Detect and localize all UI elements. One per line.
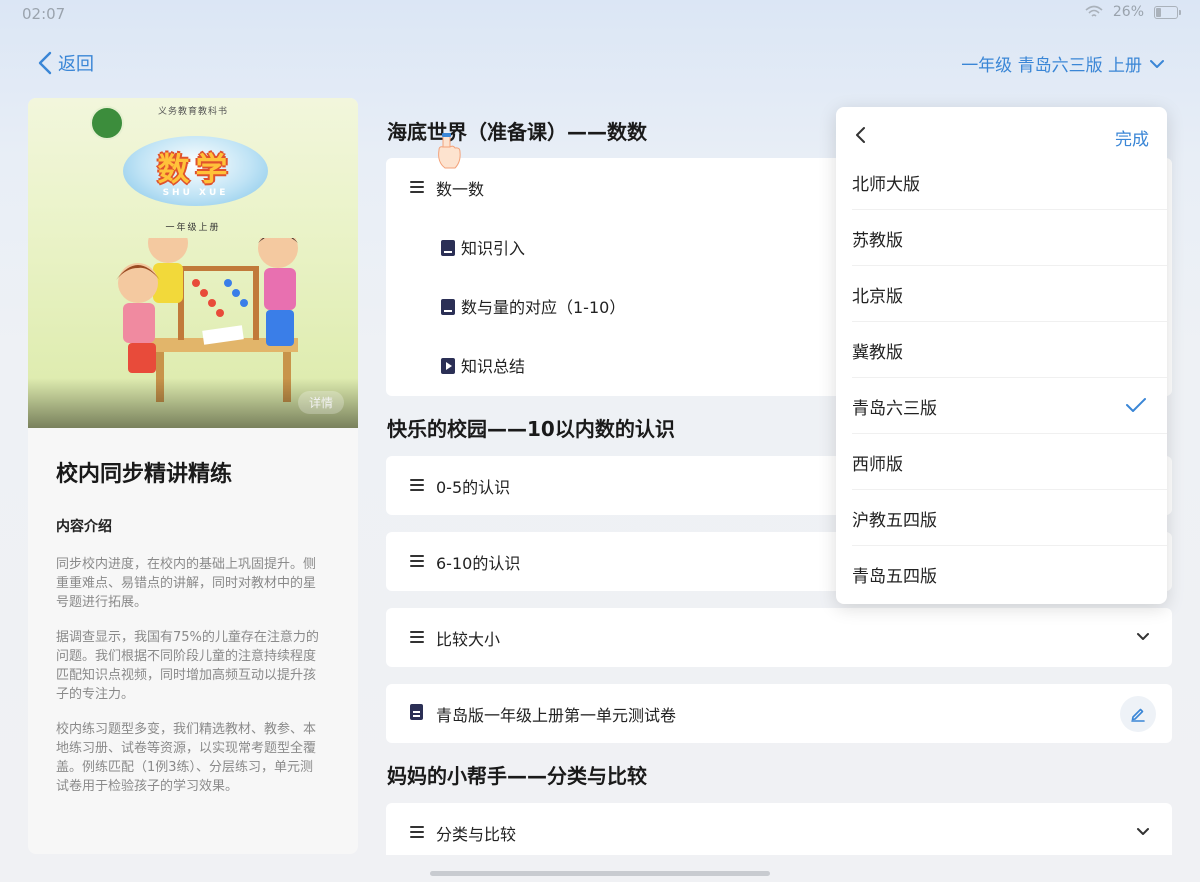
book-icon bbox=[441, 298, 455, 315]
play-icon bbox=[441, 357, 455, 374]
wifi-icon bbox=[1085, 5, 1103, 17]
chevron-down-icon[interactable] bbox=[1136, 827, 1150, 837]
sub-lesson-label: 知识引入 bbox=[461, 238, 526, 258]
lesson-panel: 青岛版一年级上册第一单元测试卷 bbox=[386, 684, 1172, 743]
cover-pinyin: SHU XUE bbox=[162, 188, 229, 198]
sub-lesson-label: 数与量的对应（1-10） bbox=[461, 297, 626, 317]
lesson-row[interactable]: 分类与比较 bbox=[386, 803, 1172, 862]
section-title: 快乐的校园——10以内数的认识 bbox=[387, 417, 675, 441]
sub-lesson-item: 数与量的对应（1-10） bbox=[441, 294, 625, 318]
lesson-label: 0-5的认识 bbox=[436, 477, 511, 497]
chevron-down-icon bbox=[1150, 59, 1164, 68]
back-label: 返回 bbox=[58, 54, 94, 75]
chevron-left-icon bbox=[38, 51, 52, 75]
textbook-cover[interactable]: 义务教育教科书 数学 SHU XUE 一年级上册 详情 bbox=[28, 98, 358, 428]
battery-level bbox=[1156, 7, 1161, 17]
grade-select-label: 一年级 青岛六三版 上册 bbox=[961, 56, 1142, 76]
chevron-down-icon[interactable] bbox=[1136, 632, 1150, 642]
lesson-label: 6-10的认识 bbox=[436, 553, 521, 573]
grade-edition-select[interactable]: 一年级 青岛六三版 上册 bbox=[961, 51, 1164, 76]
cover-grade: 一年级上册 bbox=[165, 223, 221, 233]
status-indicators: 26% bbox=[1085, 4, 1181, 20]
edition-option-label: 青岛六三版 bbox=[852, 398, 937, 419]
intro-label: 内容介绍 bbox=[56, 519, 112, 535]
book-icon bbox=[441, 239, 455, 256]
list-icon bbox=[410, 826, 424, 838]
section-title: 海底世界（准备课）——数数 bbox=[387, 120, 647, 144]
status-time: 02:07 bbox=[22, 5, 66, 23]
edition-option[interactable]: 北京版 bbox=[836, 266, 1167, 322]
lesson-label: 数一数 bbox=[436, 179, 485, 199]
edition-option[interactable]: 冀教版 bbox=[836, 322, 1167, 378]
section-title: 妈妈的小帮手——分类与比较 bbox=[387, 764, 647, 788]
intro-paragraph: 据调查显示，我国有75%的儿童存在注意力的问题。我们根据不同阶段儿童的注意持续程… bbox=[56, 630, 319, 702]
lesson-label: 比较大小 bbox=[436, 629, 501, 649]
pointer-hand-icon bbox=[438, 133, 461, 169]
status-bar: 02:07 26% bbox=[0, 0, 1200, 28]
intro-paragraph: 同步校内进度，在校内的基础上巩固提升。侧重重难点、易错点的讲解，同时对教材中的星… bbox=[56, 557, 317, 610]
chevron-left-icon[interactable] bbox=[852, 124, 872, 146]
edit-button[interactable] bbox=[1120, 696, 1156, 732]
pencil-icon bbox=[1131, 708, 1145, 722]
document-icon bbox=[410, 704, 423, 720]
edition-options: 北师大版 苏教版 北京版 冀教版 青岛六三版 西师版 沪教五四版 青岛五四版 bbox=[836, 154, 1167, 604]
list-icon bbox=[410, 181, 424, 193]
list-icon bbox=[410, 479, 424, 491]
done-button[interactable]: 完成 bbox=[1115, 125, 1149, 150]
test-paper-label: 青岛版一年级上册第一单元测试卷 bbox=[436, 705, 677, 725]
edition-option[interactable]: 西师版 bbox=[836, 434, 1167, 490]
cover-title-ellipse: 数学 SHU XUE bbox=[123, 136, 268, 206]
edition-dropdown: 完成 北师大版 苏教版 北京版 冀教版 青岛六三版 西师版 沪教五四版 青岛五四… bbox=[836, 107, 1167, 604]
battery-icon bbox=[1154, 5, 1181, 19]
detail-button[interactable]: 详情 bbox=[297, 391, 344, 414]
course-card: 义务教育教科书 数学 SHU XUE 一年级上册 详情 校内同步精讲精练 内容介… bbox=[28, 98, 358, 854]
sub-lesson-item: 知识总结 bbox=[441, 353, 525, 377]
back-button[interactable]: 返回 bbox=[38, 50, 94, 76]
home-indicator[interactable] bbox=[430, 871, 770, 876]
sub-lesson-label: 知识总结 bbox=[461, 356, 526, 376]
course-title: 校内同步精讲精练 bbox=[56, 462, 233, 487]
lesson-row[interactable]: 比较大小 bbox=[386, 608, 1172, 667]
list-icon bbox=[410, 631, 424, 643]
cover-title: 数学 bbox=[157, 150, 234, 188]
intro-paragraph: 校内练习题型多变，我们精选教材、教参、本地练习册、试卷等资源，以实现常考题型全覆… bbox=[56, 722, 317, 794]
lesson-panel: 分类与比较 bbox=[386, 803, 1172, 855]
edition-option[interactable]: 苏教版 bbox=[836, 210, 1167, 266]
cover-series: 义务教育教科书 bbox=[157, 107, 228, 117]
edition-option[interactable]: 北师大版 bbox=[836, 154, 1167, 210]
edition-option[interactable]: 沪教五四版 bbox=[836, 490, 1167, 546]
list-icon bbox=[410, 555, 424, 567]
test-paper-row[interactable]: 青岛版一年级上册第一单元测试卷 bbox=[386, 684, 1172, 743]
lesson-label: 分类与比较 bbox=[436, 824, 517, 844]
edition-option[interactable]: 青岛五四版 bbox=[836, 546, 1167, 602]
battery-percent: 26% bbox=[1112, 4, 1144, 20]
sub-lesson-item: 知识引入 bbox=[441, 235, 525, 259]
lesson-panel: 比较大小 bbox=[386, 608, 1172, 667]
edition-option-selected[interactable]: 青岛六三版 bbox=[836, 378, 1167, 434]
checkmark-icon bbox=[1126, 398, 1146, 412]
